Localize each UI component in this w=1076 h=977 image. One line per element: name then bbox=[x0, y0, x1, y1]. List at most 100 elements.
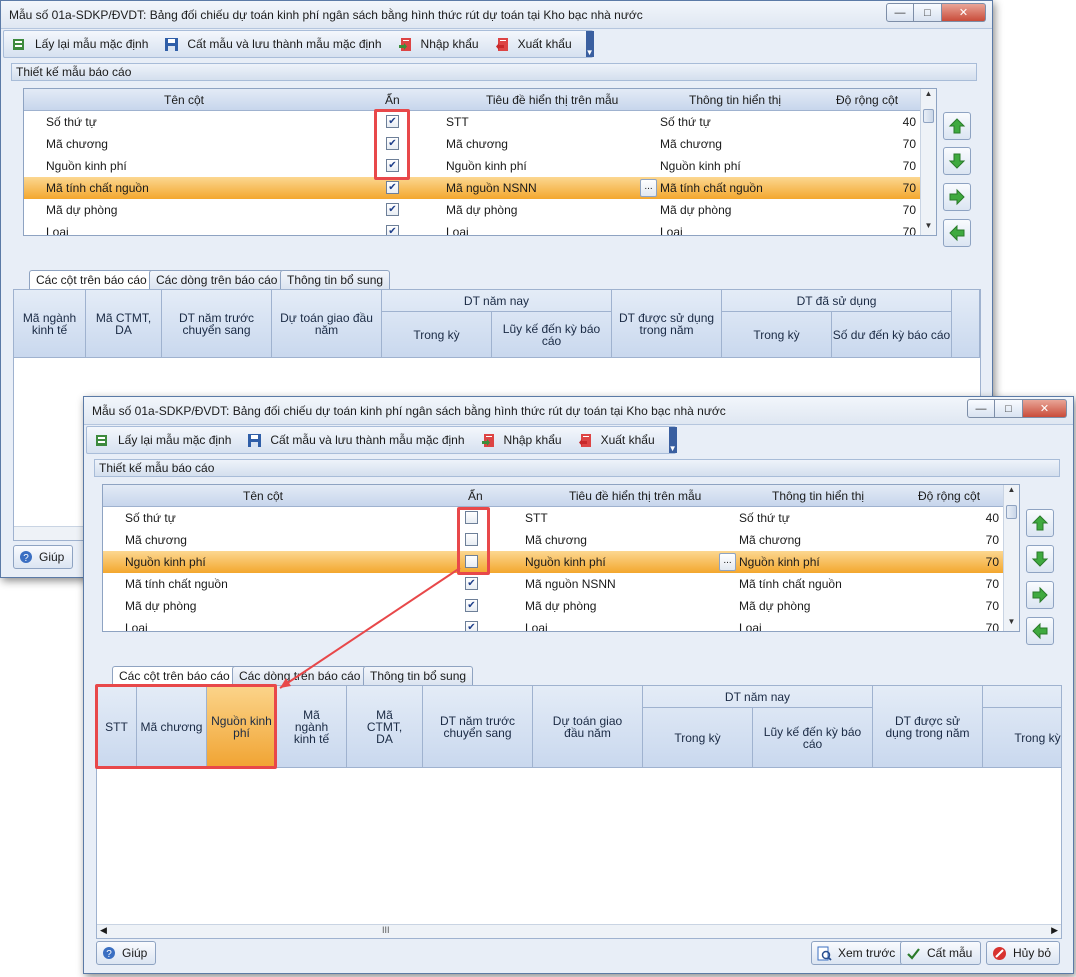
grid-row[interactable]: Mã dự phòng Mã dự phòng Mã dự phòng 70 ✔ bbox=[24, 199, 920, 221]
tab-report-columns[interactable]: Các cột trên báo cáo bbox=[29, 270, 154, 290]
hidden-checkbox[interactable]: ✔ bbox=[386, 137, 399, 150]
row-width-cell[interactable]: 40 bbox=[986, 511, 999, 525]
col-header-hidden[interactable]: Ẩn bbox=[385, 93, 400, 107]
row-width-cell[interactable]: 70 bbox=[986, 577, 999, 591]
report-group[interactable]: DT năm nay bbox=[382, 290, 612, 312]
tab-extra-info[interactable]: Thông tin bổ sung bbox=[363, 666, 474, 685]
row-width-cell[interactable]: 70 bbox=[903, 137, 916, 151]
row-width-cell[interactable]: 70 bbox=[903, 225, 916, 235]
row-width-cell[interactable]: 70 bbox=[986, 533, 999, 547]
report-col[interactable]: Mã CTMT, DA bbox=[86, 290, 162, 357]
scroll-down-icon[interactable]: ▼ bbox=[921, 221, 936, 235]
grid-row[interactable]: Số thứ tự STT Số thứ tự 40 ✔ bbox=[24, 111, 920, 133]
grid-row[interactable]: Nguồn kinh phí Nguồn kinh phí Nguồn kinh p… bbox=[103, 551, 1003, 573]
scroll-grip[interactable]: III bbox=[382, 925, 390, 935]
report-col[interactable]: Mã ngành kinh tế bbox=[14, 290, 86, 357]
horizontal-scrollbar[interactable]: ◀ III ▶ bbox=[97, 924, 1061, 938]
grid-row[interactable]: Mã tính chất nguồn Mã nguồn NSNN Mã tính c… bbox=[24, 177, 920, 199]
report-col[interactable]: DT năm trước chuyển sang bbox=[162, 290, 272, 357]
report-col[interactable]: Lũy kế đến kỳ báo cáo bbox=[492, 312, 612, 357]
col-header-info[interactable]: Thông tin hiển thị bbox=[689, 93, 781, 107]
ellipsis-button[interactable]: ... bbox=[719, 553, 736, 571]
hidden-checkbox[interactable]: ✔ bbox=[386, 115, 399, 128]
report-col[interactable]: Lũy kế đến kỳ báo cáo bbox=[753, 708, 873, 767]
col-header-hidden[interactable]: Ẩn bbox=[468, 489, 483, 503]
hidden-checkbox[interactable] bbox=[465, 555, 478, 568]
col-header-caption[interactable]: Tiêu đề hiển thị trên mẫu bbox=[569, 489, 701, 503]
scroll-thumb[interactable] bbox=[923, 109, 934, 123]
tab-extra-info[interactable]: Thông tin bổ sung bbox=[280, 270, 391, 289]
move-left-button[interactable] bbox=[1026, 617, 1054, 645]
col-header-width[interactable]: Độ rộng cột bbox=[836, 93, 898, 107]
save-default-button[interactable]: Cất mẫu và lưu thành mẫu mặc định bbox=[243, 428, 472, 452]
cancel-button[interactable]: Hủy bỏ bbox=[986, 941, 1061, 965]
col-header-name[interactable]: Tên cột bbox=[164, 93, 204, 107]
save-default-button[interactable]: Cất mẫu và lưu thành mẫu mặc định bbox=[160, 32, 389, 56]
report-col-chuong[interactable]: Mã chương bbox=[137, 686, 207, 767]
move-right-button[interactable] bbox=[1026, 581, 1054, 609]
scroll-right-icon[interactable]: ▶ bbox=[1051, 925, 1058, 936]
scroll-down-icon[interactable]: ▼ bbox=[1004, 617, 1019, 631]
move-up-button[interactable] bbox=[943, 112, 971, 140]
vertical-scrollbar[interactable]: ▲ ▼ bbox=[1003, 485, 1019, 631]
grid-row[interactable]: Mã chương Mã chương Mã chương 70 ✔ bbox=[24, 133, 920, 155]
row-width-cell[interactable]: 70 bbox=[903, 203, 916, 217]
ellipsis-button[interactable]: ... bbox=[640, 179, 657, 197]
reset-default-button[interactable]: Lấy lại mẫu mặc định bbox=[91, 428, 239, 452]
report-col[interactable]: Trong kỳ bbox=[382, 312, 492, 357]
row-width-cell[interactable]: 70 bbox=[903, 159, 916, 173]
back-help-button[interactable]: ? Giúp bbox=[13, 545, 74, 569]
tab-report-rows[interactable]: Các dòng trên báo cáo bbox=[232, 666, 368, 685]
hidden-checkbox[interactable]: ✔ bbox=[386, 203, 399, 216]
report-col[interactable]: DT năm trước chuyển sang bbox=[423, 686, 533, 767]
scroll-thumb[interactable] bbox=[1006, 505, 1017, 519]
minimize-button[interactable]: — bbox=[967, 399, 995, 418]
grid-row[interactable]: Số thứ tự STT Số thứ tự 40 bbox=[103, 507, 1003, 529]
maximize-button[interactable]: □ bbox=[914, 3, 942, 22]
col-header-width[interactable]: Độ rộng cột bbox=[918, 489, 980, 503]
grid-row[interactable]: Mã chương Mã chương Mã chương 70 bbox=[103, 529, 1003, 551]
scroll-left-icon[interactable]: ◀ bbox=[100, 925, 107, 936]
row-width-cell[interactable]: 70 bbox=[986, 621, 999, 631]
col-header-caption[interactable]: Tiêu đề hiển thị trên mẫu bbox=[486, 93, 618, 107]
report-group[interactable]: DT năm nay bbox=[643, 686, 873, 708]
row-width-cell[interactable]: 70 bbox=[986, 599, 999, 613]
grid-row[interactable]: Mã tính chất nguồn Mã nguồn NSNN Mã tính c… bbox=[103, 573, 1003, 595]
report-col[interactable]: Dự toán giao đầu năm bbox=[272, 290, 382, 357]
maximize-button[interactable]: □ bbox=[995, 399, 1023, 418]
report-col-nguon[interactable]: Nguồn kinh phí bbox=[207, 686, 277, 767]
report-col-stt[interactable]: STT bbox=[97, 686, 137, 767]
import-button[interactable]: Nhập khẩu bbox=[394, 32, 487, 56]
move-down-button[interactable] bbox=[1026, 545, 1054, 573]
preview-button[interactable]: Xem trước bbox=[811, 941, 905, 965]
scroll-up-icon[interactable]: ▲ bbox=[1004, 485, 1019, 499]
grid-row[interactable]: Nguồn kinh phí Nguồn kinh phí Nguồn kinh p… bbox=[24, 155, 920, 177]
move-right-button[interactable] bbox=[943, 183, 971, 211]
report-col[interactable]: Trong kỳ bbox=[643, 708, 753, 767]
col-header-info[interactable]: Thông tin hiển thị bbox=[772, 489, 864, 503]
back-window-titlebar[interactable]: Mẫu số 01a-SDKP/ĐVDT: Bảng đối chiếu dự … bbox=[1, 1, 992, 29]
help-button[interactable]: ? Giúp bbox=[96, 941, 157, 965]
save-button[interactable]: Cất mẫu bbox=[900, 941, 982, 965]
row-width-cell[interactable]: 40 bbox=[903, 115, 916, 129]
hidden-checkbox[interactable] bbox=[465, 533, 478, 546]
move-down-button[interactable] bbox=[943, 147, 971, 175]
report-col[interactable]: DT được sử dụng trong năm bbox=[873, 686, 983, 767]
report-col[interactable]: Dự toán giao đầu năm bbox=[533, 686, 643, 767]
hidden-checkbox[interactable]: ✔ bbox=[465, 599, 478, 612]
import-button[interactable]: Nhập khẩu bbox=[477, 428, 570, 452]
hidden-checkbox[interactable]: ✔ bbox=[386, 159, 399, 172]
row-width-cell[interactable]: 70 bbox=[986, 555, 999, 569]
hidden-checkbox[interactable]: ✔ bbox=[465, 577, 478, 590]
row-width-cell[interactable]: 70 bbox=[903, 181, 916, 195]
grid-row[interactable]: Mã dự phòng Mã dự phòng Mã dự phòng 70 ✔ bbox=[103, 595, 1003, 617]
tab-report-rows[interactable]: Các dòng trên báo cáo bbox=[149, 270, 285, 289]
report-col[interactable]: Mã CTMT, DA bbox=[347, 686, 423, 767]
report-col[interactable]: Số dư đến kỳ báo cáo bbox=[832, 312, 952, 357]
hidden-checkbox[interactable]: ✔ bbox=[386, 181, 399, 194]
close-button[interactable]: ✕ bbox=[1023, 399, 1067, 418]
tab-report-columns[interactable]: Các cột trên báo cáo bbox=[112, 666, 237, 686]
toolbar-overflow-button[interactable]: ▼ bbox=[668, 427, 677, 453]
move-up-button[interactable] bbox=[1026, 509, 1054, 537]
scroll-up-icon[interactable]: ▲ bbox=[921, 89, 936, 103]
